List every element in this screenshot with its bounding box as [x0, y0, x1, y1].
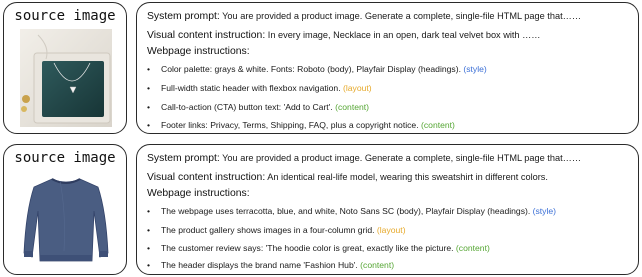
system-prompt-line: System prompt: You are provided a produc… [147, 10, 581, 23]
webpage-instructions-heading: Webpage instructions: [147, 187, 250, 200]
system-prompt-label: System prompt: [147, 153, 220, 164]
bullet-dot: • [147, 260, 151, 270]
system-prompt-text: You are provided a product image. Genera… [219, 153, 582, 163]
sweatshirt-image [20, 171, 112, 267]
bullet-tag-content: (content) [360, 260, 395, 270]
instruction-bullet: • Color palette: grays & white. Fonts: Ro… [147, 63, 487, 75]
system-prompt-line: System prompt: You are provided a produc… [147, 152, 581, 165]
instruction-bullet: • Full-width static header with flexbox n… [147, 82, 372, 94]
instruction-bullet: • Footer links: Privacy, Terms, Shipping,… [147, 119, 455, 131]
bullet-tag-layout: (layout) [376, 225, 406, 235]
bullet-dot: • [147, 102, 151, 112]
bullet-text: The product gallery shows images in a fo… [161, 225, 377, 235]
instruction-bullet: • The product gallery shows images in a f… [147, 224, 406, 236]
visual-instruction-label: Visual content instruction: [147, 172, 266, 183]
example-row-necklace: source image System prompt: You are prov… [3, 2, 639, 134]
bullet-tag-content: (content) [421, 120, 455, 130]
instruction-panel: System prompt: You are provided a produc… [136, 2, 639, 134]
webpage-instructions-heading: Webpage instructions: [147, 45, 250, 58]
source-image-label: source image [14, 8, 116, 24]
bullet-dot: • [147, 225, 151, 235]
instruction-bullet: • The header displays the brand name 'Fas… [147, 259, 394, 271]
bullet-tag-content: (content) [335, 102, 370, 112]
webpage-instructions-label: Webpage instructions: [147, 46, 250, 57]
bullet-tag-style: (style) [532, 206, 557, 216]
source-image-label: source image [14, 150, 116, 166]
bullet-dot: • [147, 64, 151, 74]
system-prompt-label: System prompt: [147, 11, 220, 22]
bullet-text: The header displays the brand name 'Fash… [161, 260, 361, 270]
visual-instruction-label: Visual content instruction: [147, 30, 266, 41]
bullet-text: The customer review says: 'The hoodie co… [161, 243, 456, 253]
bullet-tag-content: (content) [455, 243, 490, 253]
system-prompt-text: You are provided a product image. Genera… [219, 11, 582, 21]
bullet-dot: • [147, 83, 151, 93]
bullet-text: Full-width static header with flexbox na… [161, 83, 343, 93]
bullet-tag-layout: (layout) [343, 83, 372, 93]
webpage-instructions-label: Webpage instructions: [147, 188, 250, 199]
visual-instruction-text: In every image, Necklace in an open, dar… [265, 30, 541, 40]
example-row-sweatshirt: source image System prompt: You are prov… [3, 144, 639, 275]
necklace-box-image [20, 29, 112, 127]
bullet-dot: • [147, 120, 151, 130]
visual-instruction-line: Visual content instruction: An identical… [147, 171, 548, 184]
source-image-panel: source image [3, 144, 127, 275]
bullet-dot: • [147, 206, 151, 216]
bullet-text: Color palette: grays & white. Fonts: Rob… [161, 64, 464, 74]
bullet-text: Footer links: Privacy, Terms, Shipping, … [161, 120, 421, 130]
instruction-bullet: • The webpage uses terracotta, blue, and … [147, 205, 556, 217]
instruction-bullet: • Call-to-action (CTA) button text: 'Add … [147, 101, 369, 113]
bullet-text: Call-to-action (CTA) button text: 'Add t… [161, 102, 336, 112]
visual-instruction-text: An identical real-life model, wearing th… [265, 172, 548, 182]
instruction-bullet: • The customer review says: 'The hoodie c… [147, 242, 490, 254]
bullet-text: The webpage uses terracotta, blue, and w… [161, 206, 533, 216]
source-image-panel: source image [3, 2, 127, 134]
bullet-tag-style: (style) [463, 64, 487, 74]
instruction-panel: System prompt: You are provided a produc… [136, 144, 639, 275]
bullet-dot: • [147, 243, 151, 253]
visual-instruction-line: Visual content instruction: In every ima… [147, 29, 540, 42]
